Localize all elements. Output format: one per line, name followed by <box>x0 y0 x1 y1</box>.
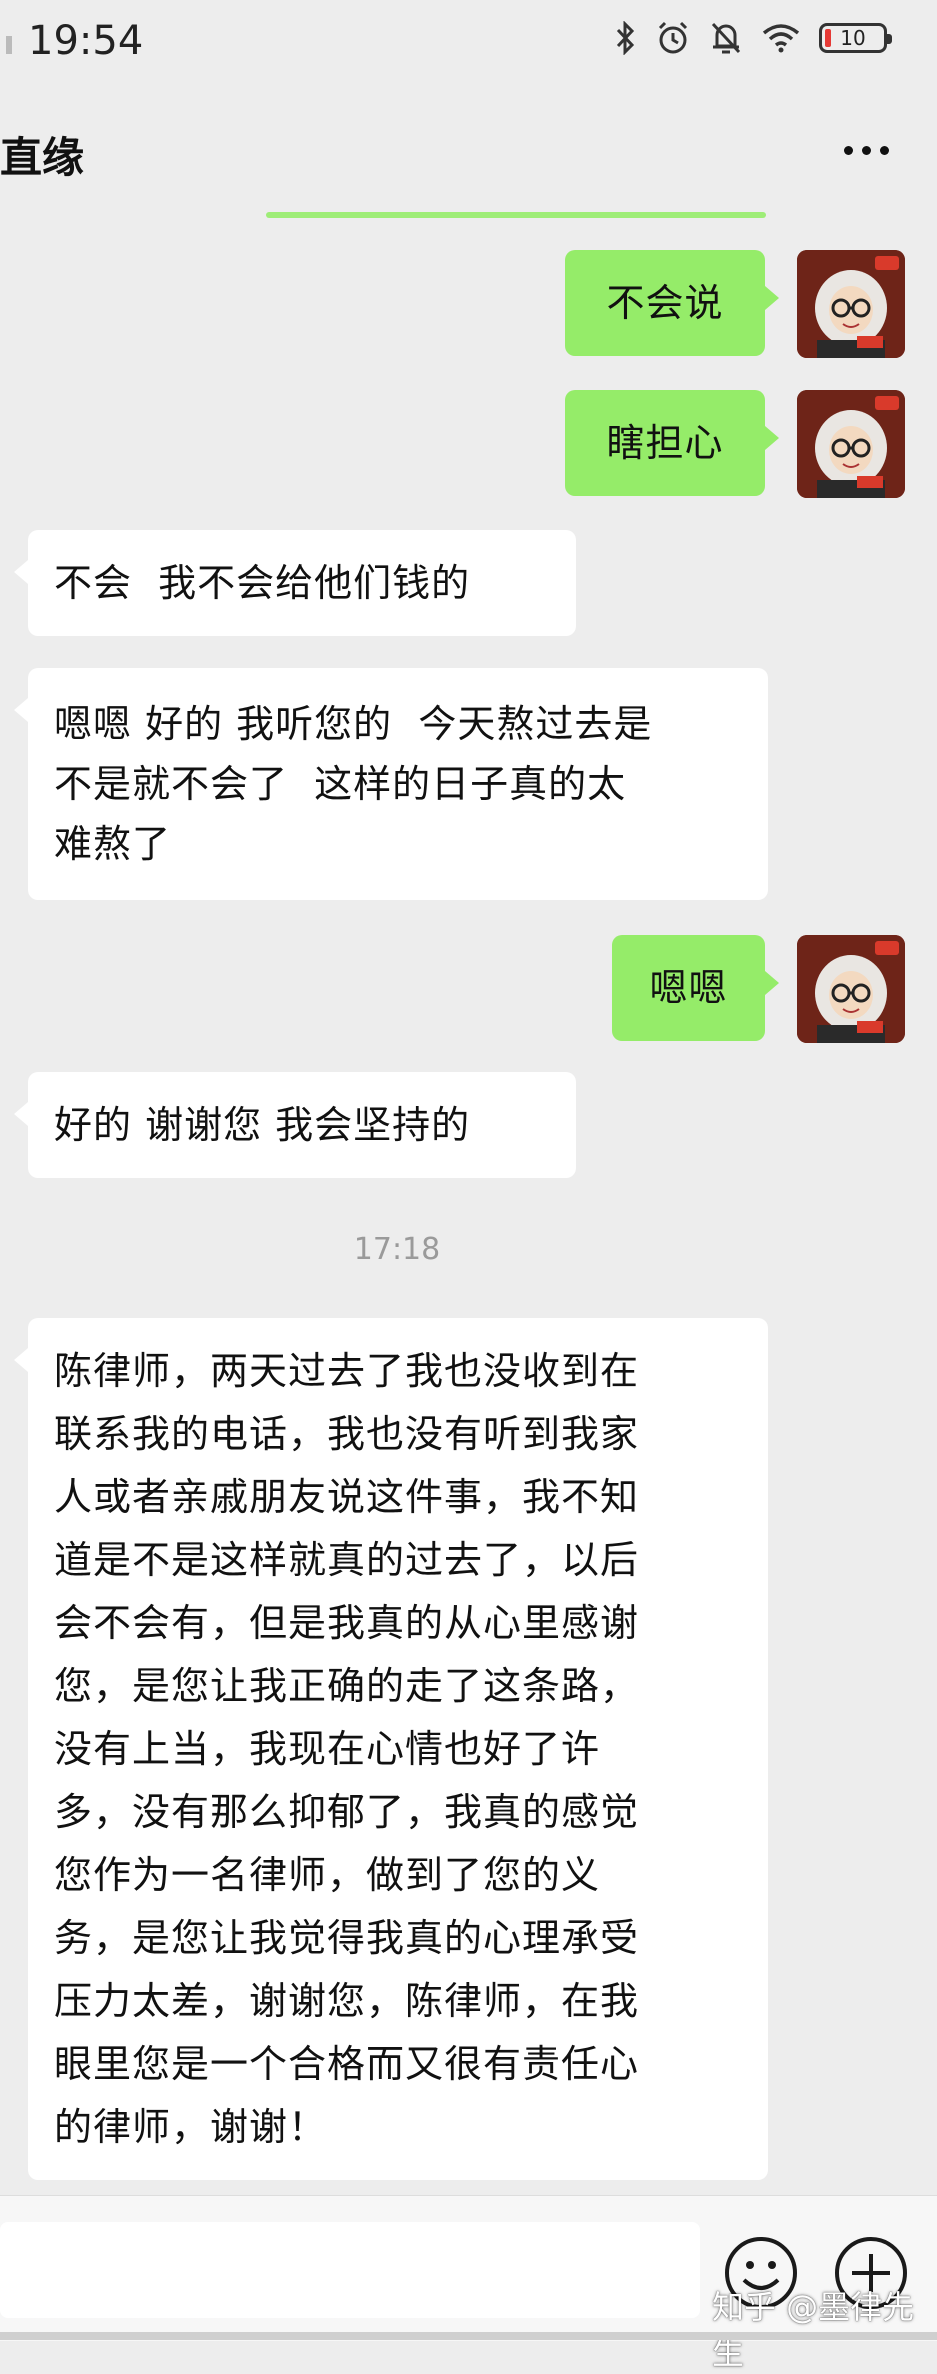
message-line: 道是不是这样就真的过去了，以后 <box>54 1538 640 1582</box>
message-line: 会不会有，但是我真的从心里感谢 <box>54 1601 640 1645</box>
chat-title: 直缘 <box>0 133 85 182</box>
lawyer-avatar-icon <box>797 250 905 358</box>
message-line: 眼里您是一个合格而又很有责任心 <box>54 2042 640 2086</box>
message-line: 的律师，谢谢！ <box>54 2105 328 2149</box>
message-line: 不是就不会了 这样的日子真的太 <box>54 762 627 806</box>
signal-icon <box>6 36 12 54</box>
message-bubble-mine[interactable]: 不会说 <box>565 250 779 356</box>
message-bubble-mine[interactable]: 瞎担心 <box>565 390 779 496</box>
message-text: 嗯嗯 <box>649 966 728 1010</box>
message-line: 多，没有那么抑郁了，我真的感觉 <box>54 1790 640 1834</box>
message-bubble-other[interactable]: 嗯嗯 好的 我听您的 今天熬过去是 不是就不会了 这样的日子真的太 难熬了 <box>14 668 768 900</box>
mute-icon <box>711 22 741 54</box>
status-icons: 10 <box>615 20 892 56</box>
bluetooth-icon <box>616 21 635 55</box>
alarm-icon <box>658 21 688 54</box>
message-line: 您，是您让我正确的走了这条路， <box>54 1664 640 1708</box>
lawyer-avatar-icon <box>797 935 905 1043</box>
message-line: 没有上当，我现在心情也好了许 <box>54 1727 601 1771</box>
bottom-edge <box>0 2332 937 2340</box>
previous-message-edge <box>266 212 766 218</box>
message-input[interactable] <box>0 2222 700 2318</box>
status-time: 19:54 <box>28 18 144 64</box>
status-bar: 19:54 10 <box>0 0 937 86</box>
watermark: 知乎 @墨律先生 <box>712 2288 915 2372</box>
more-icon[interactable] <box>844 146 889 155</box>
wifi-icon <box>762 24 800 53</box>
lawyer-avatar-icon <box>797 390 905 498</box>
message-line: 嗯嗯 好的 我听您的 今天熬过去是 <box>54 702 653 746</box>
my-avatar[interactable] <box>797 250 905 358</box>
message-line: 务，是您让我觉得我真的心理承受 <box>54 1916 640 1960</box>
message-bubble-other[interactable]: 不会 我不会给他们钱的 <box>14 530 576 636</box>
message-text: 好的 谢谢您 我会坚持的 <box>54 1103 471 1147</box>
message-bubble-mine[interactable]: 嗯嗯 <box>612 935 779 1041</box>
message-text: 瞎担心 <box>606 421 724 465</box>
message-bubble-other[interactable]: 好的 谢谢您 我会坚持的 <box>14 1072 576 1178</box>
message-line: 压力太差，谢谢您，陈律师，在我 <box>54 1979 640 2023</box>
message-timestamp: 17:18 <box>353 1232 441 1267</box>
chat-header: 直缘 <box>0 86 937 206</box>
battery-icon: 10 <box>819 23 892 53</box>
message-text: 不会说 <box>606 281 724 325</box>
my-avatar[interactable] <box>797 390 905 498</box>
message-line: 陈律师，两天过去了我也没收到在 <box>54 1349 640 1393</box>
battery-level: 10 <box>840 26 866 50</box>
message-line: 您作为一名律师，做到了您的义 <box>54 1853 601 1897</box>
message-line: 联系我的电话，我也没有听到我家 <box>54 1412 640 1456</box>
message-line: 人或者亲戚朋友说这件事，我不知 <box>54 1475 640 1519</box>
message-text: 不会 我不会给他们钱的 <box>54 561 471 605</box>
message-line: 难熬了 <box>54 822 172 866</box>
my-avatar[interactable] <box>797 935 905 1043</box>
message-bubble-other[interactable]: 陈律师，两天过去了我也没收到在 联系我的电话，我也没有听到我家 人或者亲戚朋友说… <box>14 1318 768 2180</box>
